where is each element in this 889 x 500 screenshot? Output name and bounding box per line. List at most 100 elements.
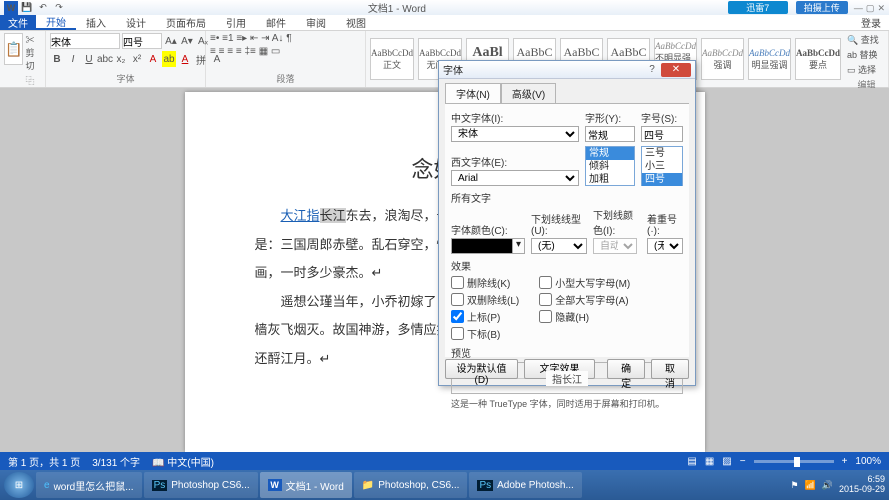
tray-flag-icon[interactable]: ⚑ <box>790 480 798 491</box>
zoom-out-icon[interactable]: − <box>740 456 746 467</box>
tab-view[interactable]: 视图 <box>336 15 376 30</box>
chk-subscript[interactable]: 下标(B) <box>451 326 519 341</box>
shading-icon[interactable]: ▦ <box>259 46 268 57</box>
task-word[interactable]: W文档1 - Word <box>260 472 352 498</box>
text-effects-icon[interactable]: A <box>146 51 160 67</box>
underline-color-select[interactable]: 自动 <box>593 238 637 254</box>
maximize-icon[interactable]: ▢ <box>866 3 875 13</box>
font-style-input[interactable] <box>585 126 635 142</box>
undo-icon[interactable]: ↶ <box>36 1 50 15</box>
minimize-icon[interactable]: — <box>854 3 863 13</box>
save-icon[interactable]: 💾 <box>20 1 34 15</box>
multilevel-icon[interactable]: ≡▸ <box>236 33 247 44</box>
dialog-help-icon[interactable]: ? <box>643 64 661 75</box>
cut-button[interactable]: ✂ 剪切 <box>25 33 41 72</box>
underline-select[interactable]: (无) <box>531 238 587 254</box>
borders-icon[interactable]: ▭ <box>271 46 280 57</box>
font-name-combo[interactable] <box>50 33 120 49</box>
subscript-button[interactable]: x₂ <box>114 51 128 67</box>
grow-font-icon[interactable]: A▴ <box>164 33 178 49</box>
replace-button[interactable]: ab 替换 <box>847 48 886 61</box>
paste-button[interactable]: 📋 <box>4 33 23 65</box>
align-right-icon[interactable]: ≡ <box>227 46 233 57</box>
sort-icon[interactable]: A↓ <box>272 33 284 44</box>
highlight-icon[interactable]: ab <box>162 51 176 67</box>
underline-button[interactable]: U <box>82 51 96 67</box>
chk-strike[interactable]: 删除线(K) <box>451 275 519 290</box>
cancel-button[interactable]: 取消 <box>651 359 689 379</box>
style-intense-emphasis[interactable]: AaBbCcDd明显强调 <box>748 38 791 80</box>
chk-double-strike[interactable]: 双删除线(L) <box>451 292 519 307</box>
system-tray[interactable]: ⚑ 📶 🔊 6:592015-09-29 <box>790 475 885 495</box>
upload-button[interactable]: 拍摄上传 <box>796 1 848 14</box>
bold-button[interactable]: B <box>50 51 64 67</box>
font-color-swatch[interactable] <box>451 238 513 254</box>
dialog-close-icon[interactable]: ✕ <box>661 63 691 77</box>
tray-clock[interactable]: 6:592015-09-29 <box>839 475 885 495</box>
tray-network-icon[interactable]: 📶 <box>805 480 816 491</box>
tab-insert[interactable]: 插入 <box>76 15 116 30</box>
align-center-icon[interactable]: ≡ <box>219 46 225 57</box>
tab-layout[interactable]: 页面布局 <box>156 15 216 30</box>
tab-file[interactable]: 文件 <box>0 15 36 30</box>
cn-font-select[interactable]: 宋体 <box>451 126 579 142</box>
font-size-listbox[interactable]: 三号 小三 四号 <box>641 146 683 186</box>
tab-references[interactable]: 引用 <box>216 15 256 30</box>
tab-home[interactable]: 开始 <box>36 15 76 30</box>
xunlei-badge[interactable]: 迅雷7 <box>728 1 788 14</box>
tray-volume-icon[interactable]: 🔊 <box>822 480 833 491</box>
find-button[interactable]: 🔍 查找 <box>847 33 886 46</box>
chk-hidden[interactable]: 隐藏(H) <box>539 309 630 324</box>
align-left-icon[interactable]: ≡ <box>210 46 216 57</box>
redo-icon[interactable]: ↷ <box>52 1 66 15</box>
status-words[interactable]: 3/131 个字 <box>92 454 140 469</box>
shrink-font-icon[interactable]: A▾ <box>180 33 194 49</box>
align-justify-icon[interactable]: ≡ <box>236 46 242 57</box>
show-marks-icon[interactable]: ¶ <box>286 33 291 44</box>
font-size-combo[interactable] <box>122 33 162 49</box>
dialog-titlebar[interactable]: 字体 ? ✕ <box>439 61 695 79</box>
line-spacing-icon[interactable]: ‡≡ <box>245 46 256 57</box>
zoom-in-icon[interactable]: + <box>842 456 848 467</box>
start-button[interactable]: ⊞ <box>4 472 34 498</box>
zoom-slider[interactable] <box>754 460 834 463</box>
select-button[interactable]: ▭ 选择 <box>847 63 886 76</box>
style-normal[interactable]: AaBbCcDd正文 <box>370 38 414 80</box>
font-style-listbox[interactable]: 常规 倾斜 加粗 <box>585 146 635 186</box>
view-web-icon[interactable]: ▨ <box>722 456 731 467</box>
zoom-level[interactable]: 100% <box>855 456 881 467</box>
task-ps1[interactable]: PsPhotoshop CS6... <box>144 472 258 498</box>
set-default-button[interactable]: 设为默认值(D) <box>445 359 518 379</box>
font-size-input[interactable] <box>641 126 683 142</box>
bullets-icon[interactable]: ≡• <box>210 33 219 44</box>
west-font-select[interactable]: Arial <box>451 170 579 186</box>
chk-smallcaps[interactable]: 小型大写字母(M) <box>539 275 630 290</box>
numbering-icon[interactable]: ≡1 <box>222 33 233 44</box>
task-ps2[interactable]: PsAdobe Photosh... <box>469 472 581 498</box>
task-folder[interactable]: 📁Photoshop, CS6... <box>354 472 468 498</box>
strike-button[interactable]: abc <box>98 51 112 67</box>
close-icon[interactable]: ✕ <box>877 3 885 13</box>
chk-allcaps[interactable]: 全部大写字母(A) <box>539 292 630 307</box>
decrease-indent-icon[interactable]: ⇤ <box>250 33 258 44</box>
task-ie[interactable]: eword里怎么把鼠... <box>36 472 142 498</box>
emphasis-select[interactable]: (无) <box>647 238 683 254</box>
font-color-icon[interactable]: A <box>178 51 192 67</box>
login-link[interactable]: 登录 <box>853 15 889 30</box>
superscript-button[interactable]: x² <box>130 51 144 67</box>
chk-superscript[interactable]: 上标(P) <box>451 309 519 324</box>
ok-button[interactable]: 确定 <box>607 359 645 379</box>
italic-button[interactable]: I <box>66 51 80 67</box>
style-strong[interactable]: AaBbCcDd要点 <box>795 38 841 80</box>
status-page[interactable]: 第 1 页，共 1 页 <box>8 454 80 469</box>
view-read-icon[interactable]: ▤ <box>687 456 696 467</box>
status-lang[interactable]: 📖 中文(中国) <box>152 454 214 469</box>
dialog-tab-advanced[interactable]: 高级(V) <box>501 83 556 103</box>
increase-indent-icon[interactable]: ⇥ <box>261 33 269 44</box>
dialog-tab-font[interactable]: 字体(N) <box>445 83 501 103</box>
style-emphasis[interactable]: AaBbCcDd强调 <box>701 38 744 80</box>
tab-design[interactable]: 设计 <box>116 15 156 30</box>
view-print-icon[interactable]: ▦ <box>705 456 714 467</box>
tab-mailings[interactable]: 邮件 <box>256 15 296 30</box>
tab-review[interactable]: 审阅 <box>296 15 336 30</box>
